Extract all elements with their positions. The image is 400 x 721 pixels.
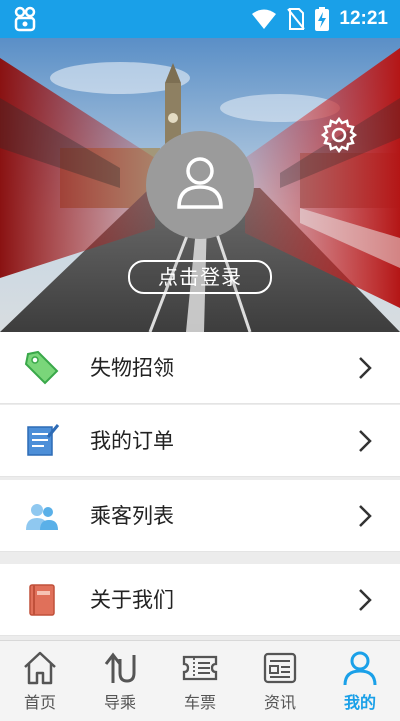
user-avatar-icon [177, 157, 223, 209]
avatar[interactable] [146, 131, 254, 239]
menu-item-about-us[interactable]: 关于我们 [0, 564, 400, 636]
tab-label: 车票 [183, 693, 216, 712]
menu-item-passengers[interactable]: 乘客列表 [0, 480, 400, 552]
status-bar: 12:21 [0, 0, 400, 38]
wifi-icon [252, 9, 277, 29]
ticket-icon [182, 655, 218, 681]
passengers-icon [26, 504, 58, 530]
order-document-icon [27, 424, 60, 456]
settings-gear-icon[interactable] [320, 116, 358, 154]
clock: 12:21 [339, 8, 388, 29]
tab-mine[interactable]: 我的 [320, 641, 400, 721]
news-icon [263, 652, 297, 684]
profile-header: 点击登录 [0, 38, 400, 332]
tab-tickets[interactable]: 车票 [160, 641, 240, 721]
tab-home[interactable]: 首页 [0, 641, 80, 721]
home-icon [24, 651, 56, 685]
app-notification-icon [14, 6, 36, 32]
battery-charging-icon [315, 7, 330, 31]
chevron-right-icon [359, 589, 372, 611]
lost-found-tag-icon [24, 350, 59, 385]
tab-label: 我的 [343, 693, 376, 712]
menu-item-label: 失物招领 [90, 356, 174, 380]
chevron-right-icon [359, 505, 372, 527]
menu-item-label: 乘客列表 [90, 504, 174, 528]
tab-news[interactable]: 资讯 [240, 641, 320, 721]
tab-label: 导乘 [103, 693, 136, 712]
tab-label: 首页 [23, 693, 56, 712]
menu-item-my-orders[interactable]: 我的订单 [0, 405, 400, 477]
login-button[interactable]: 点击登录 [128, 260, 272, 294]
menu-item-label: 我的订单 [90, 429, 174, 453]
tab-label: 资讯 [263, 693, 296, 712]
menu-item-label: 关于我们 [90, 588, 174, 612]
tab-guide[interactable]: 导乘 [80, 641, 160, 721]
transfer-arrows-icon [104, 652, 136, 683]
menu-item-lost-found[interactable]: 失物招领 [0, 332, 400, 404]
no-sim-icon [287, 8, 306, 30]
profile-icon [343, 651, 377, 686]
bottom-tab-bar: 首页 导乘 车票 资讯 我的 [0, 640, 400, 721]
chevron-right-icon [359, 430, 372, 452]
chevron-right-icon [359, 357, 372, 379]
about-book-icon [29, 584, 55, 616]
